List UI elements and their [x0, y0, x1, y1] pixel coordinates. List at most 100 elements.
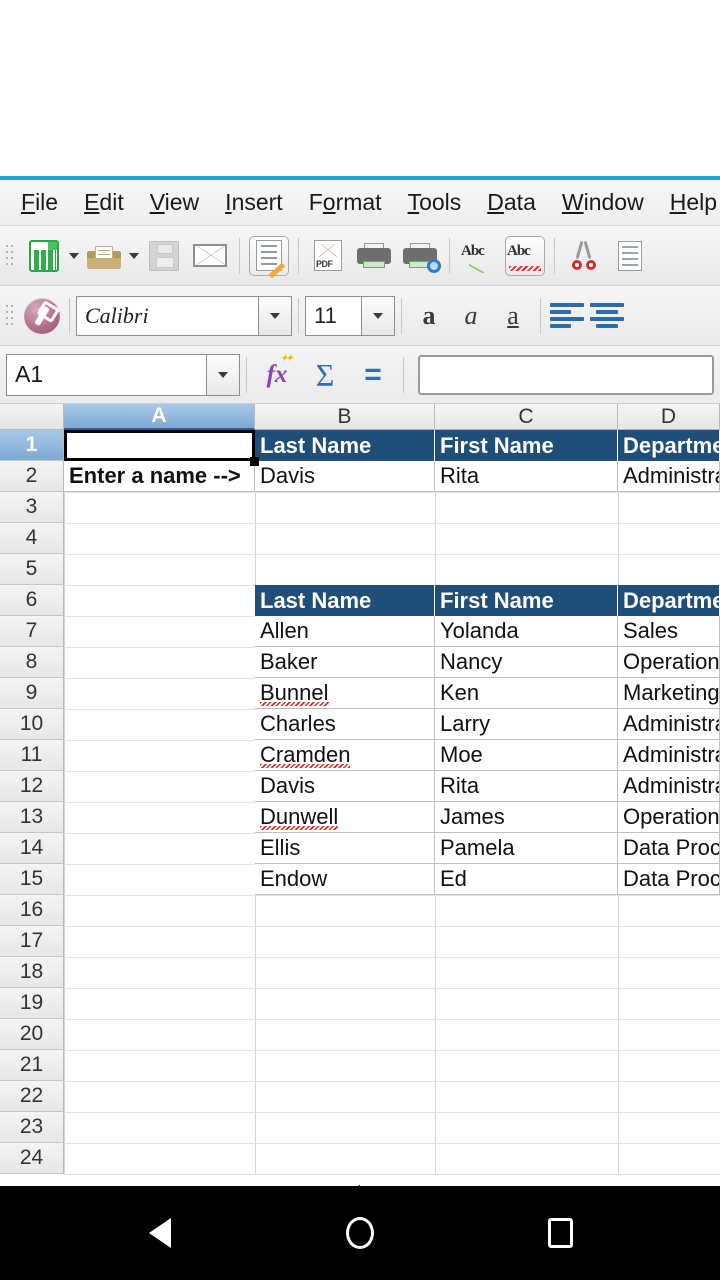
menu-help[interactable]: Help	[657, 187, 720, 218]
row-header-5[interactable]: 5	[0, 554, 64, 585]
row-header-17[interactable]: 17	[0, 926, 64, 957]
table-cell[interactable]: Data Proces	[618, 833, 720, 864]
table-cell[interactable]: Data Proces	[618, 864, 720, 895]
toolbar-grip[interactable]	[3, 299, 17, 333]
print-preview-button[interactable]	[400, 236, 441, 276]
menu-window[interactable]: Window	[549, 187, 657, 218]
name-box-input[interactable]: A1	[6, 353, 206, 396]
row-header-10[interactable]: 10	[0, 709, 64, 740]
font-name-combo[interactable]: Calibri	[76, 295, 292, 336]
sidebar-settings-button[interactable]	[24, 297, 60, 334]
table-cell[interactable]: James	[435, 802, 618, 833]
spelling-button[interactable]: Abc	[459, 236, 499, 276]
edit-mode-button[interactable]	[249, 235, 289, 279]
new-document-button[interactable]	[24, 236, 64, 276]
row-header-9[interactable]: 9	[0, 678, 64, 709]
bold-button[interactable]: a	[408, 296, 450, 336]
table-cell[interactable]: Pamela	[435, 833, 618, 864]
column-header-c[interactable]: C	[435, 404, 618, 430]
android-back-button[interactable]	[140, 1213, 180, 1253]
table-cell[interactable]: Allen	[255, 616, 435, 647]
row-header-3[interactable]: 3	[0, 492, 64, 523]
underline-button[interactable]: a	[492, 296, 534, 336]
row-header-16[interactable]: 16	[0, 895, 64, 926]
row-header-4[interactable]: 4	[0, 523, 64, 554]
table-cell[interactable]: Ellis	[255, 833, 435, 864]
open-document-button[interactable]	[84, 236, 124, 276]
row-header-11[interactable]: 11	[0, 740, 64, 771]
android-recents-button[interactable]	[540, 1213, 580, 1253]
table-cell[interactable]: Operations	[618, 647, 720, 678]
row-header-21[interactable]: 21	[0, 1050, 64, 1081]
table-cell[interactable]: Administra	[618, 771, 720, 802]
row-header-22[interactable]: 22	[0, 1081, 64, 1112]
row-header-6[interactable]: 6	[0, 585, 64, 616]
copy-button[interactable]	[610, 236, 650, 276]
column-header-b[interactable]: B	[255, 404, 435, 430]
table-cell[interactable]: Operations	[618, 802, 720, 833]
font-size-combo[interactable]: 11	[305, 295, 395, 336]
menu-edit[interactable]: Edit	[71, 187, 137, 218]
row-header-14[interactable]: 14	[0, 833, 64, 864]
table-cell[interactable]: Larry	[435, 709, 618, 740]
menu-format[interactable]: Format	[296, 187, 395, 218]
table-cell[interactable]: Yolanda	[435, 616, 618, 647]
open-dropdown-button[interactable]	[127, 239, 141, 273]
row-header-13[interactable]: 13	[0, 802, 64, 833]
formula-input[interactable]	[418, 354, 714, 395]
table-cell[interactable]: Nancy	[435, 647, 618, 678]
table-cell[interactable]: Bunnel	[255, 678, 435, 709]
table-header-cell[interactable]: Departme	[618, 430, 720, 461]
table-cell[interactable]: Administra	[618, 709, 720, 740]
name-box-combo[interactable]: A1	[6, 353, 240, 396]
table-cell[interactable]: Rita	[435, 771, 618, 802]
row-header-23[interactable]: 23	[0, 1112, 64, 1143]
table-cell[interactable]: Ken	[435, 678, 618, 709]
table-header-cell[interactable]: Departme	[618, 585, 720, 616]
menu-file[interactable]: File	[8, 187, 71, 218]
table-cell[interactable]: Baker	[255, 647, 435, 678]
font-name-dropdown[interactable]	[258, 295, 292, 336]
align-left-button[interactable]	[550, 303, 584, 329]
menu-view[interactable]: View	[137, 187, 212, 218]
formula-equals-button[interactable]: =	[349, 353, 397, 397]
table-header-cell[interactable]: First Name	[435, 585, 618, 616]
column-header-a[interactable]: A	[64, 404, 255, 430]
table-cell[interactable]: Dunwell	[255, 802, 435, 833]
menu-tools[interactable]: Tools	[395, 187, 475, 218]
row-header-18[interactable]: 18	[0, 957, 64, 988]
row-header-2[interactable]: 2	[0, 461, 64, 492]
table-cell[interactable]: Administra	[618, 740, 720, 771]
spreadsheet-grid[interactable]: A B C D 1 2 3 4 5 6 7 8 9 10 11 12 13 14 15 16 17 18 19 20 2…	[0, 404, 720, 1186]
menu-data[interactable]: Data	[474, 187, 549, 218]
table-cell[interactable]: Davis	[255, 461, 435, 492]
row-header-8[interactable]: 8	[0, 647, 64, 678]
column-header-d[interactable]: D	[618, 404, 720, 430]
print-button[interactable]	[354, 236, 394, 276]
table-cell[interactable]: Endow	[255, 864, 435, 895]
table-cell[interactable]: Marketing	[618, 678, 720, 709]
table-cell[interactable]: Davis	[255, 771, 435, 802]
auto-spellcheck-button[interactable]: Abc	[505, 235, 545, 276]
function-wizard-button[interactable]: fx	[253, 353, 301, 397]
row-header-19[interactable]: 19	[0, 988, 64, 1019]
font-size-dropdown[interactable]	[361, 295, 395, 336]
row-header-12[interactable]: 12	[0, 771, 64, 802]
email-button[interactable]	[190, 236, 230, 276]
export-pdf-button[interactable]: PDF	[308, 236, 348, 276]
menu-insert[interactable]: Insert	[212, 187, 296, 218]
sum-button[interactable]: Σ	[301, 353, 349, 397]
table-header-cell[interactable]: Last Name	[255, 585, 435, 616]
select-all-corner[interactable]	[0, 404, 64, 430]
font-size-input[interactable]: 11	[305, 295, 361, 336]
row-header-7[interactable]: 7	[0, 616, 64, 647]
table-cell[interactable]: Enter a name -->	[64, 461, 255, 492]
save-button[interactable]	[144, 236, 184, 276]
row-header-15[interactable]: 15	[0, 864, 64, 895]
cell-selection-a1[interactable]	[64, 430, 255, 461]
name-box-dropdown[interactable]	[206, 353, 240, 396]
table-cell[interactable]: Charles	[255, 709, 435, 740]
table-cell[interactable]: Rita	[435, 461, 618, 492]
table-header-cell[interactable]: Last Name	[255, 430, 435, 461]
toolbar-grip[interactable]	[3, 239, 17, 273]
